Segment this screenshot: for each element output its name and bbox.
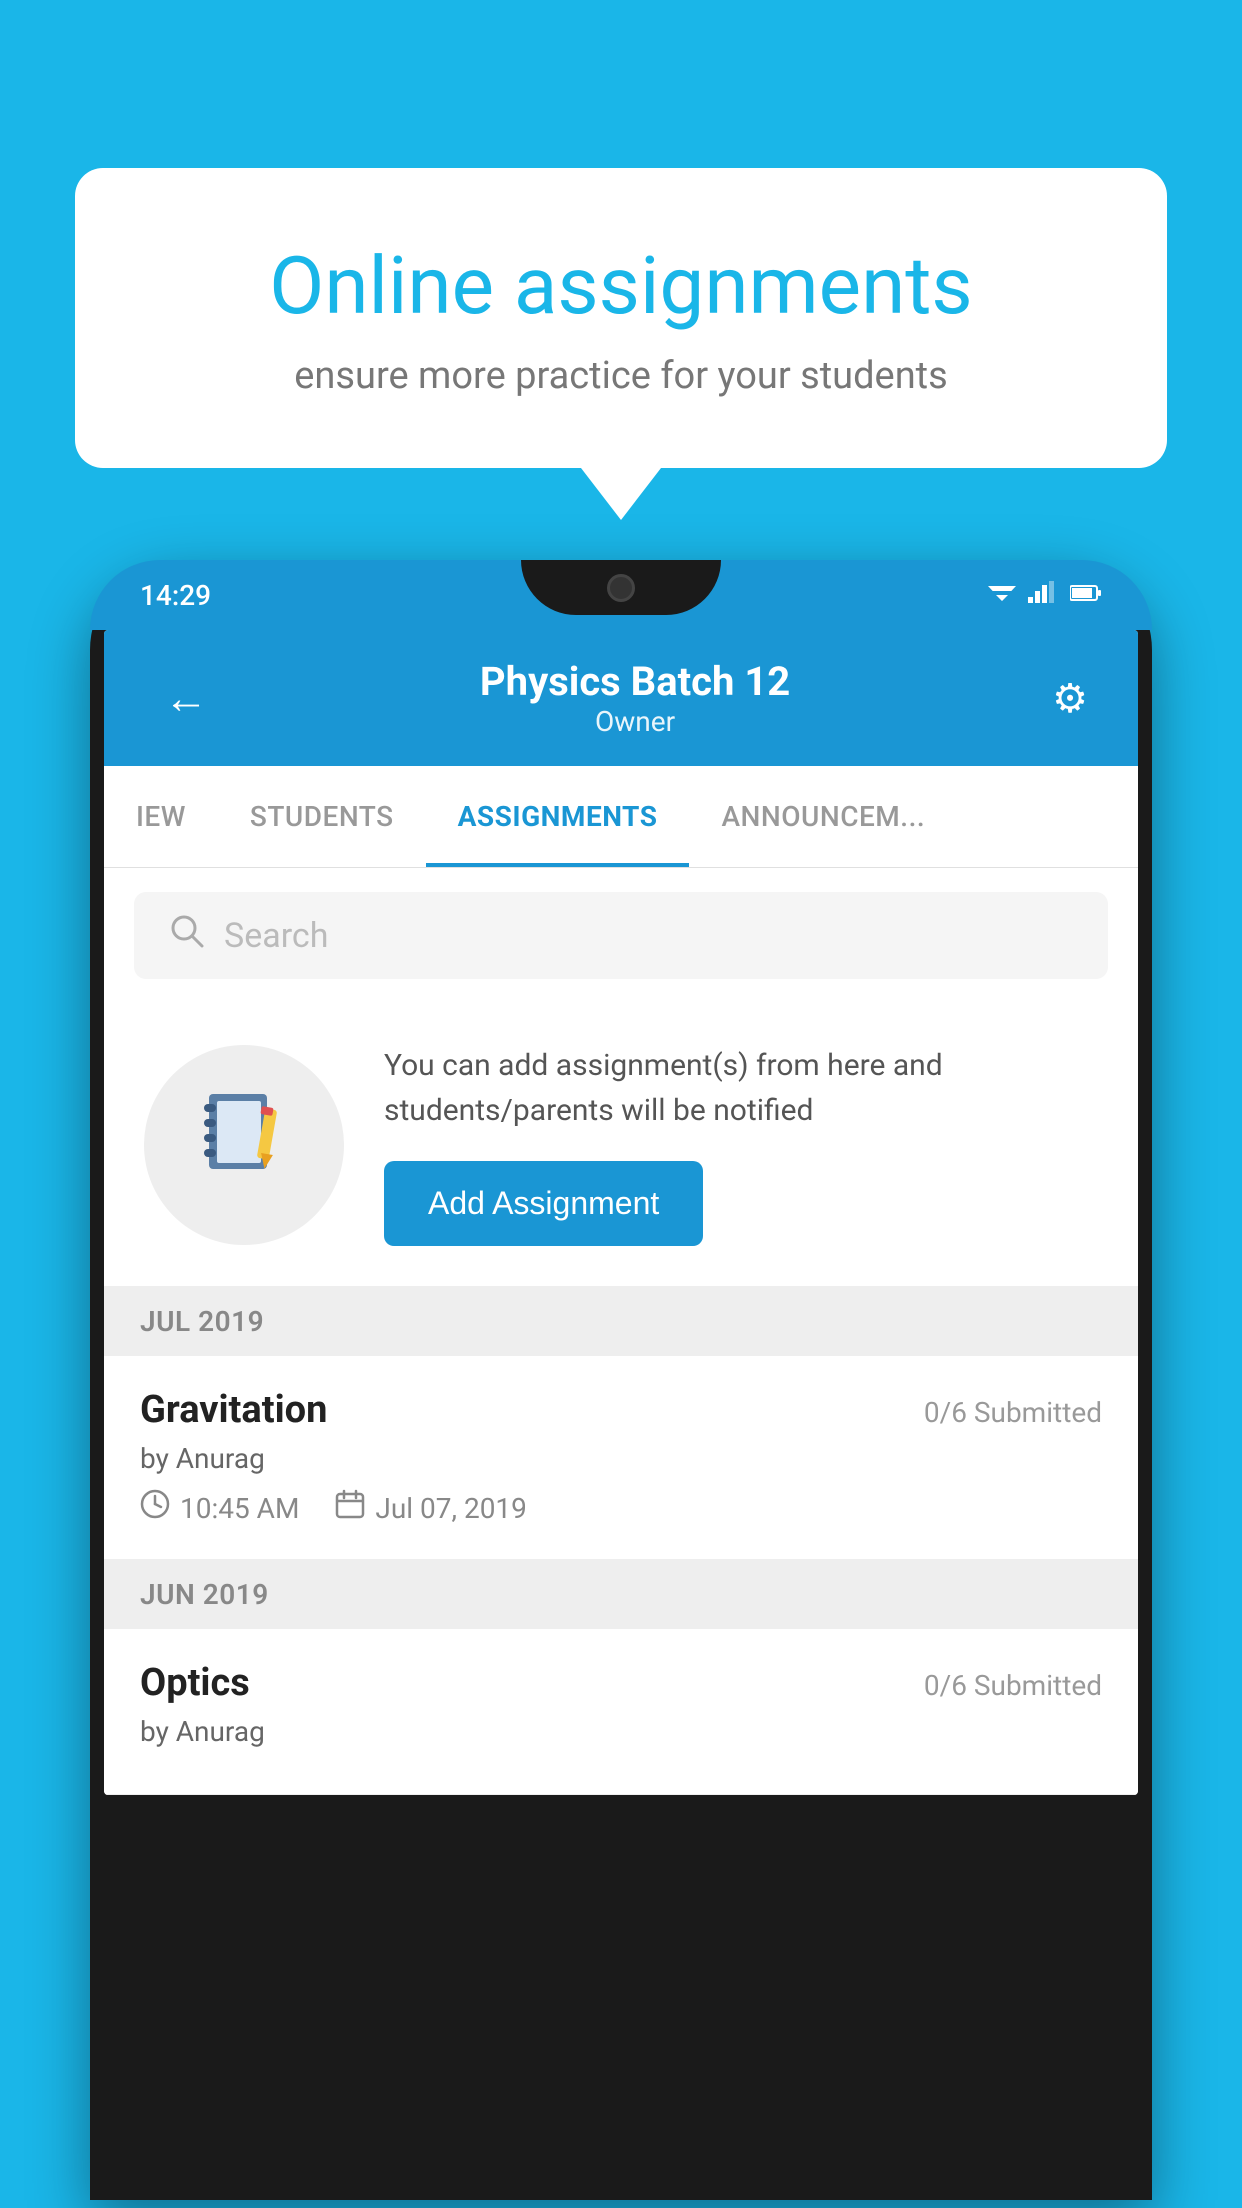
assignment-date: Jul 07, 2019 — [335, 1489, 527, 1527]
tabs-bar: IEW STUDENTS ASSIGNMENTS ANNOUNCEM... — [104, 766, 1138, 868]
wifi-icon — [988, 581, 1016, 609]
batch-role: Owner — [480, 705, 790, 738]
promo-card: You can add assignment(s) from here and … — [104, 1003, 1138, 1287]
calendar-icon — [335, 1489, 365, 1527]
assignment-name-optics: Optics — [140, 1661, 250, 1705]
assignment-top-row-optics: Optics 0/6 Submitted — [140, 1661, 1102, 1705]
assignment-top-row: Gravitation 0/6 Submitted — [140, 1388, 1102, 1432]
tab-announcements[interactable]: ANNOUNCEM... — [689, 766, 957, 867]
promo-description: You can add assignment(s) from here and … — [384, 1043, 1098, 1133]
back-button[interactable]: ← — [154, 662, 218, 734]
header-title-group: Physics Batch 12 Owner — [480, 658, 790, 738]
promo-title: Online assignments — [155, 238, 1087, 334]
assignment-time: 10:45 AM — [140, 1489, 299, 1527]
phone-frame: 14:29 — [90, 560, 1152, 2200]
search-placeholder: Search — [224, 916, 328, 956]
month-header-jul: JUL 2019 — [104, 1287, 1138, 1356]
assignment-submitted-optics: 0/6 Submitted — [924, 1669, 1102, 1702]
clock-icon — [140, 1489, 170, 1527]
phone-notch — [521, 560, 721, 615]
promo-subtitle: ensure more practice for your students — [155, 354, 1087, 398]
assignment-name: Gravitation — [140, 1388, 327, 1432]
search-bar-wrapper: Search — [104, 868, 1138, 1003]
month-header-jun: JUN 2019 — [104, 1560, 1138, 1629]
signal-icon — [1028, 581, 1058, 609]
assignment-date-value: Jul 07, 2019 — [375, 1492, 527, 1525]
notebook-icon — [199, 1089, 289, 1201]
assignment-submitted: 0/6 Submitted — [924, 1396, 1102, 1429]
tab-iew[interactable]: IEW — [104, 766, 218, 867]
batch-title: Physics Batch 12 — [480, 658, 790, 705]
status-time: 14:29 — [140, 579, 211, 612]
phone-mockup: 14:29 — [90, 560, 1152, 2208]
app-header: ← Physics Batch 12 Owner ⚙ — [104, 630, 1138, 766]
search-icon — [170, 914, 204, 957]
assignment-by-optics: by Anurag — [140, 1715, 1102, 1748]
assignment-by: by Anurag — [140, 1442, 1102, 1475]
assignment-item-gravitation[interactable]: Gravitation 0/6 Submitted by Anurag — [104, 1356, 1138, 1560]
assignment-item-optics[interactable]: Optics 0/6 Submitted by Anurag — [104, 1629, 1138, 1795]
add-assignment-button[interactable]: Add Assignment — [384, 1161, 703, 1246]
tab-assignments[interactable]: ASSIGNMENTS — [426, 766, 690, 867]
battery-icon — [1070, 583, 1102, 608]
camera-icon — [607, 574, 635, 602]
promo-banner: Online assignments ensure more practice … — [75, 168, 1167, 468]
status-bar: 14:29 — [90, 560, 1152, 630]
settings-icon[interactable]: ⚙ — [1052, 675, 1088, 722]
promo-icon-circle — [144, 1045, 344, 1245]
tab-students[interactable]: STUDENTS — [218, 766, 426, 867]
assignment-time-value: 10:45 AM — [180, 1492, 299, 1525]
promo-right: You can add assignment(s) from here and … — [384, 1043, 1098, 1246]
speech-bubble: Online assignments ensure more practice … — [75, 168, 1167, 468]
assignment-meta: 10:45 AM Jul 07, 2019 — [140, 1489, 1102, 1527]
phone-screen: ← Physics Batch 12 Owner ⚙ IEW STUDENTS … — [104, 630, 1138, 1795]
search-bar[interactable]: Search — [134, 892, 1108, 979]
status-icons — [988, 581, 1102, 609]
